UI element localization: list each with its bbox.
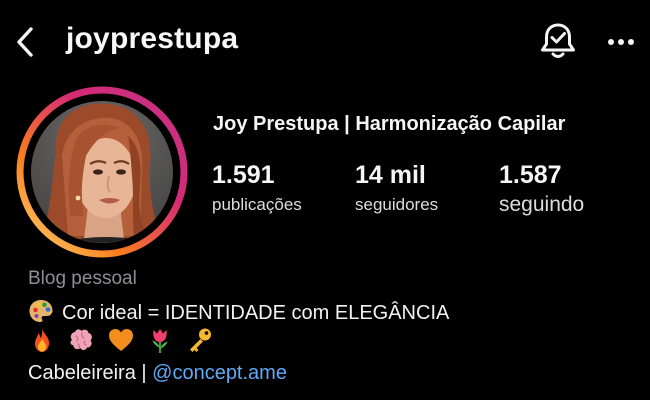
- bio-line-1: Cor ideal = IDENTIDADE com ELEGÂNCIA: [28, 298, 449, 325]
- stat-followers[interactable]: 14 mil seguidores: [355, 160, 438, 216]
- chevron-left-icon: [17, 27, 33, 57]
- stat-posts[interactable]: 1.591 publicações: [212, 160, 302, 216]
- display-name: Joy Prestupa | Harmonização Capilar: [213, 113, 566, 135]
- notifications-button[interactable]: [537, 20, 579, 64]
- bell-check-icon: [541, 23, 575, 58]
- profile-photo: [16, 86, 188, 258]
- back-button[interactable]: [10, 24, 40, 60]
- profile-username: joyprestupa: [66, 22, 239, 55]
- posts-label: publicações: [212, 195, 302, 214]
- key-icon: [189, 328, 211, 352]
- bio-line-3: Cabeleireira | @concept.ame: [28, 362, 287, 385]
- posts-count: 1.591: [212, 161, 275, 189]
- following-label: seguindo: [499, 193, 585, 216]
- more-options-button[interactable]: [604, 28, 638, 56]
- bio-mention-link[interactable]: @concept.ame: [152, 362, 287, 384]
- profile-avatar[interactable]: [16, 86, 188, 258]
- profile-category: Blog pessoal: [28, 268, 137, 289]
- profile-header: joyprestupa: [0, 0, 650, 84]
- more-horizontal-icon: [608, 39, 634, 45]
- stat-following[interactable]: 1.587 seguindo: [499, 160, 584, 216]
- brain-icon: [70, 329, 93, 351]
- following-count: 1.587: [499, 161, 562, 189]
- tulip-icon: [152, 329, 168, 353]
- bio-occupation: Cabeleireira |: [28, 362, 153, 384]
- palette-icon: [29, 300, 53, 322]
- bio-line-1-text: Cor ideal = IDENTIDADE com ELEGÂNCIA: [62, 302, 450, 324]
- orange-heart-icon: [108, 329, 133, 351]
- fire-icon: [35, 328, 49, 352]
- followers-label: seguidores: [355, 195, 439, 214]
- bio-emoji-row: [28, 326, 221, 358]
- followers-count: 14 mil: [355, 161, 426, 189]
